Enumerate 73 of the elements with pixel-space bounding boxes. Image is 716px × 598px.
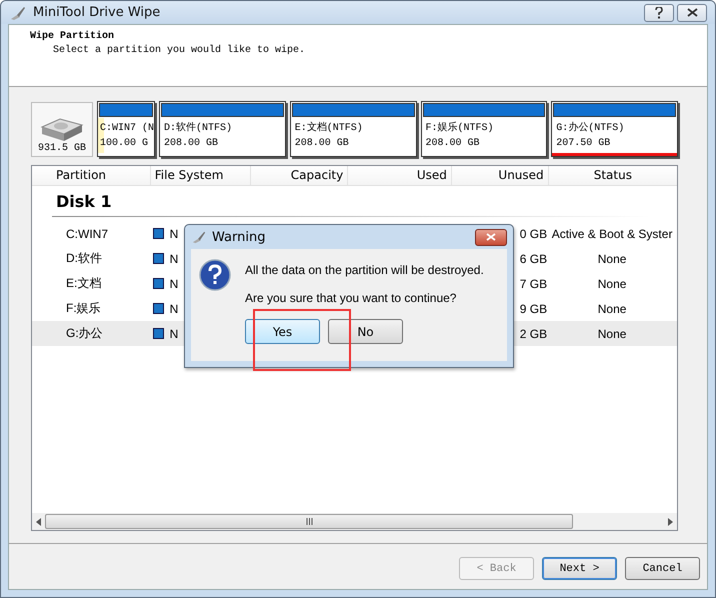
table-cell: 2 GB (520, 326, 548, 340)
table-cell: N (170, 302, 178, 316)
square-icon (152, 253, 164, 264)
partition-size: 100.00 G (100, 137, 150, 151)
column-header[interactable]: Partition (52, 166, 151, 185)
table-cell: N (170, 276, 178, 290)
grip-icon (306, 518, 312, 525)
partition-block[interactable]: D:软件(NTFS) 208.00 GB (159, 101, 286, 157)
dialog-title: Warning (212, 230, 266, 244)
help-button[interactable] (644, 4, 674, 22)
dialog-question: Are you sure that you want to continue? (245, 291, 458, 305)
column-header[interactable]: Used (348, 166, 452, 185)
help-icon (655, 6, 663, 18)
table-cell: None (598, 326, 626, 340)
partition-label: D:软件(NTFS) (164, 121, 234, 136)
horizontal-scrollbar[interactable] (32, 513, 677, 530)
table-cell-text: E:文档 (65, 275, 102, 292)
dialog-message: All the data on the partition will be destroyed. (245, 263, 484, 277)
partition-label: E:文档(NTFS) (294, 121, 364, 136)
table-cell: N (170, 252, 178, 266)
column-header[interactable]: File System (150, 166, 252, 185)
square-icon (152, 328, 164, 339)
partition-size: 207.50 GB (556, 137, 612, 151)
partition-size: 208.00 GB (426, 137, 481, 151)
partition-block[interactable]: E:文档(NTFS) 208.00 GB (290, 101, 417, 157)
table-cell: 9 GB (520, 302, 548, 316)
table-cell: None (598, 276, 626, 290)
table-cell-text: F:娱乐 (65, 300, 102, 317)
table-cell-text: C:WIN7 (65, 226, 109, 240)
column-header[interactable]: Status (548, 166, 677, 185)
table-cell: None (598, 252, 626, 266)
disk-tile[interactable]: 931.5 GB (31, 102, 93, 157)
wizard-button[interactable]: Next > (542, 557, 617, 580)
table-cell: Active & Boot & Syster (552, 226, 672, 240)
close-icon (486, 233, 496, 241)
dialog-button[interactable]: No (328, 319, 403, 344)
table-cell: None (598, 302, 626, 316)
table-cell: 6 GB (520, 252, 548, 266)
partition-label: G:办公(NTFS) (556, 121, 626, 136)
partition-size: 208.00 GB (294, 137, 350, 151)
column-header[interactable]: Capacity (251, 166, 348, 185)
table-cell: N (170, 326, 178, 340)
scroll-thumb[interactable] (45, 514, 573, 529)
partition-block[interactable]: G:办公(NTFS) 207.50 GB (551, 101, 678, 157)
partition-label: C:WIN7 (N (100, 122, 154, 136)
square-icon (152, 228, 164, 239)
close-button[interactable] (677, 4, 707, 22)
question-icon (199, 259, 231, 291)
table-cell: N (170, 226, 178, 240)
wizard-button[interactable]: Cancel (625, 557, 700, 580)
page-title: Wipe Partition (30, 31, 116, 42)
partition-size: 208.00 GB (164, 137, 220, 151)
group-heading: Disk 1 (55, 191, 113, 213)
scroll-left-icon (36, 518, 41, 526)
close-icon (686, 8, 698, 17)
table-cell-text: D:软件 (65, 250, 103, 267)
brush-icon (191, 230, 207, 244)
partition-label: F:娱乐(NTFS) (426, 121, 495, 136)
partition-block[interactable]: C:WIN7 (N 100.00 G (97, 101, 156, 157)
window-title: MiniTool Drive Wipe (33, 5, 160, 20)
disk-size: 931.5 GB (38, 143, 86, 154)
partition-block[interactable]: F:娱乐(NTFS) 208.00 GB (420, 101, 548, 157)
scroll-right-icon (668, 518, 673, 526)
square-icon (152, 303, 164, 314)
close-button[interactable] (475, 228, 507, 246)
table-cell-text: G:办公 (65, 325, 104, 342)
brush-icon (9, 4, 27, 20)
page-subtitle: Select a partition you would like to wipe. (52, 45, 306, 56)
table-cell: 7 GB (520, 276, 548, 290)
dialog-button[interactable]: Yes (245, 319, 320, 344)
table-cell: 0 GB (520, 226, 548, 240)
column-header[interactable]: Unused (452, 166, 549, 185)
square-icon (152, 278, 164, 289)
